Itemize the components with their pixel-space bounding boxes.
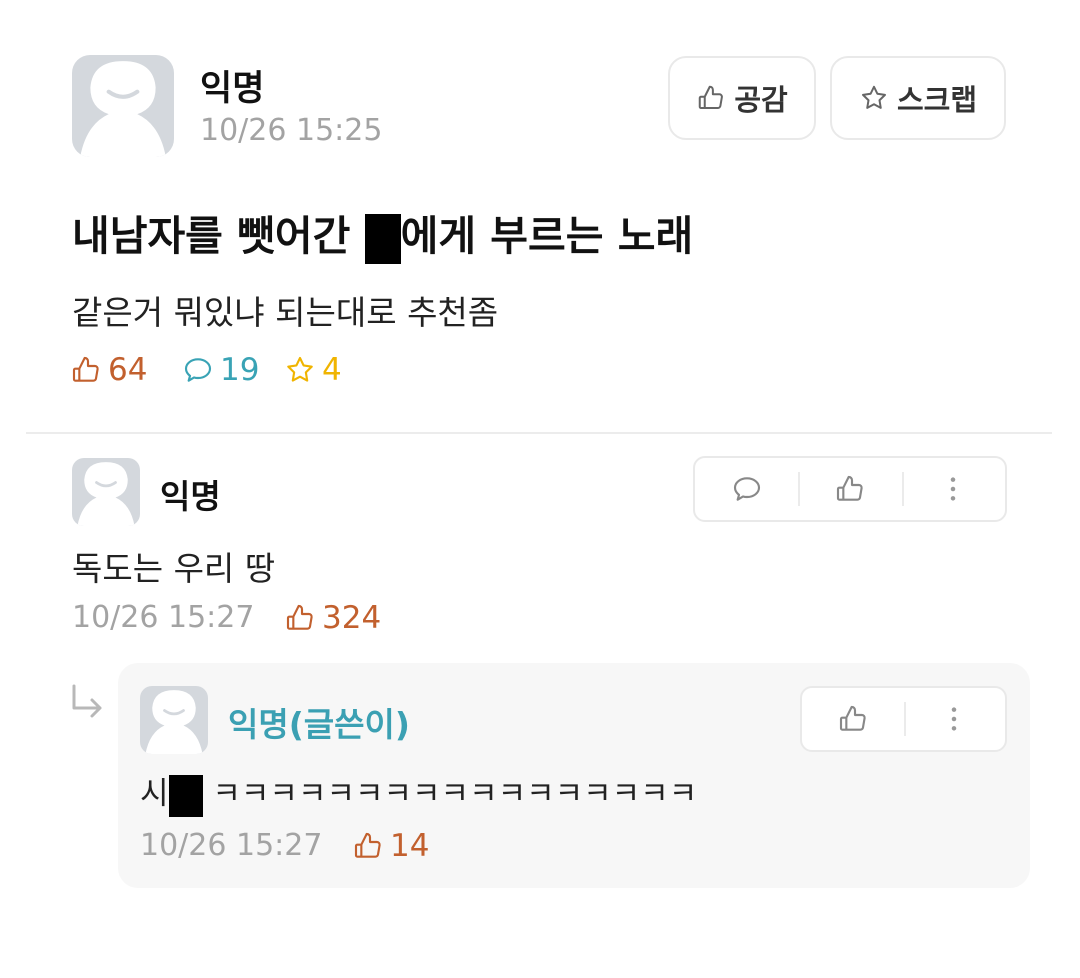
redaction-block xyxy=(364,214,401,264)
like-button-label: 공감 xyxy=(734,83,788,117)
reply-like-button[interactable] xyxy=(802,688,904,750)
avatar-placeholder-icon xyxy=(72,55,174,157)
post-author-avatar xyxy=(72,55,174,157)
comment-timestamp: 10/26 15:27 xyxy=(72,600,255,635)
reply-timestamp: 10/26 15:27 xyxy=(140,828,323,863)
post-author-name: 익명 xyxy=(200,69,265,109)
star-icon xyxy=(284,354,316,386)
scrap-button-label: 스크랩 xyxy=(896,83,978,117)
reply-author-name: 익명(글쓴이) xyxy=(228,705,410,744)
thumbs-up-icon xyxy=(696,83,726,113)
comment-like-count: 324 xyxy=(284,600,381,636)
reply-like-count: 14 xyxy=(352,828,429,864)
post-title: 내남자를 뺏어간 에게 부르는 노래 xyxy=(72,202,693,264)
avatar-placeholder-icon xyxy=(72,458,140,526)
thumbs-up-icon xyxy=(837,703,869,735)
more-vertical-icon xyxy=(938,703,970,735)
comment-reply-button[interactable] xyxy=(695,458,798,520)
post-timestamp: 10/26 15:25 xyxy=(200,113,383,148)
post-body: 같은거 뭐있냐 되는대로 추천좀 xyxy=(72,293,499,332)
post-like-count: 64 xyxy=(70,352,147,388)
comment-like-count-value: 324 xyxy=(322,600,382,636)
post-scrap-count-value: 4 xyxy=(322,352,342,388)
post-comment-count-value: 19 xyxy=(220,352,260,388)
reply-text-part-2: ㅋㅋㅋㅋㅋㅋㅋㅋㅋㅋㅋㅋㅋㅋㅋㅋㅋ xyxy=(202,776,698,812)
scrap-button[interactable]: 스크랩 xyxy=(830,56,1006,140)
comment-author-name: 익명 xyxy=(160,477,221,516)
reply-author-avatar xyxy=(140,686,208,754)
reply-text-part-1: 시 xyxy=(140,776,169,812)
thumbs-up-icon xyxy=(834,473,866,505)
speech-bubble-icon xyxy=(731,473,763,505)
reply-more-button[interactable] xyxy=(903,688,1006,750)
reply-like-count-value: 14 xyxy=(390,828,430,864)
reply-text: 시 ㅋㅋㅋㅋㅋㅋㅋㅋㅋㅋㅋㅋㅋㅋㅋㅋㅋ xyxy=(140,768,697,817)
thumbs-up-icon xyxy=(284,602,316,634)
post-like-count-value: 64 xyxy=(108,352,148,388)
post-divider xyxy=(26,432,1052,434)
post-title-part-1: 내남자를 뺏어간 xyxy=(72,212,365,260)
like-button[interactable]: 공감 xyxy=(668,56,816,140)
comment-text: 독도는 우리 땅 xyxy=(72,549,276,588)
post-scrap-count: 4 xyxy=(284,352,342,388)
redaction-block xyxy=(168,774,203,817)
comment-author-avatar xyxy=(72,458,140,526)
avatar-placeholder-icon xyxy=(140,686,208,754)
comment-more-button[interactable] xyxy=(901,458,1005,520)
thumbs-up-icon xyxy=(70,354,102,386)
post-title-part-2: 에게 부르는 노래 xyxy=(400,212,694,260)
star-icon xyxy=(859,83,889,113)
thumbs-up-icon xyxy=(352,830,384,862)
post-comment-count: 19 xyxy=(182,352,259,388)
speech-bubble-icon xyxy=(182,354,214,386)
comment-toolbar xyxy=(693,456,1007,522)
reply-toolbar xyxy=(800,686,1007,752)
comment-like-button[interactable] xyxy=(798,458,901,520)
reply-arrow-icon xyxy=(72,684,102,718)
more-vertical-icon xyxy=(937,473,969,505)
